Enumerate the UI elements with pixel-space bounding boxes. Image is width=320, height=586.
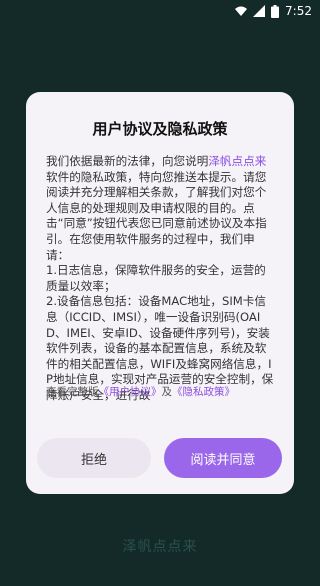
status-bar: 7:52	[0, 0, 320, 24]
app-name-link[interactable]: 泽帆点点来	[208, 154, 266, 168]
battery-icon	[271, 4, 280, 18]
dialog-body[interactable]: 我们依据最新的法律，向您说明泽帆点点来软件的隐私政策，特向您推送本提示。请您阅读…	[46, 154, 276, 444]
privacy-policy-link[interactable]: 《隐私政策》	[172, 386, 235, 398]
dialog-title: 用户协议及隐私政策	[92, 120, 228, 138]
status-icons: 7:52	[235, 4, 312, 18]
privacy-dialog: 用户协议及隐私政策 我们依据最新的法律，向您说明泽帆点点来软件的隐私政策，特向您…	[26, 92, 294, 494]
body-intro: 我们依据最新的法律，向您说明	[46, 154, 209, 168]
footer-and: 及	[161, 386, 173, 398]
bottom-brand-text: 泽帆点点来	[122, 539, 198, 555]
footer-links: 查看完整版《用户协议》及《隐私政策》	[46, 384, 235, 399]
wifi-icon	[235, 5, 248, 17]
user-agreement-link[interactable]: 《用户协议》	[99, 386, 162, 398]
body-main-text: 软件的隐私政策，特向您推送本提示。请您阅读并充分理解相关条款，了解我们对您个人信…	[46, 169, 274, 402]
signal-icon	[253, 5, 266, 17]
reject-button[interactable]: 拒绝	[37, 438, 151, 478]
agree-button[interactable]: 阅读并同意	[164, 438, 282, 478]
status-time: 7:52	[285, 4, 312, 18]
dialog-body-text: 我们依据最新的法律，向您说明泽帆点点来软件的隐私政策，特向您推送本提示。请您阅读…	[46, 154, 276, 404]
footer-prefix: 查看完整版	[46, 386, 99, 398]
